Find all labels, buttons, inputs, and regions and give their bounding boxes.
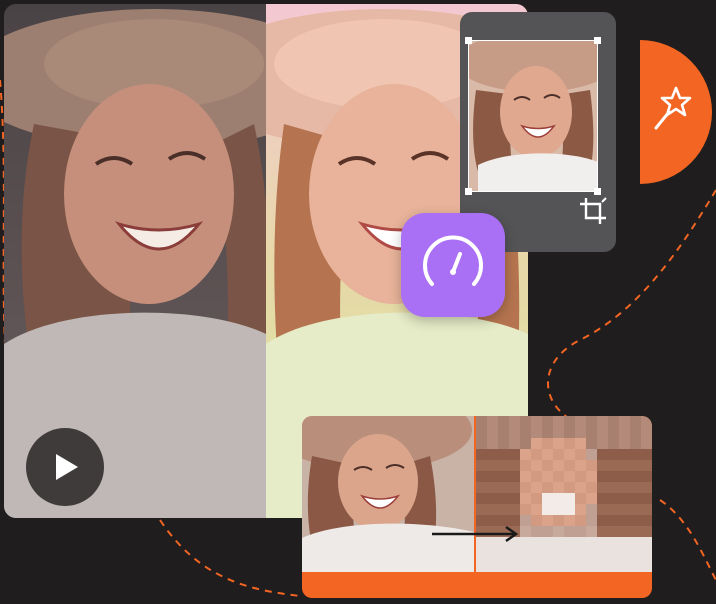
crop-handle-top-left[interactable] [465,37,472,44]
magic-enhance-tab[interactable] [640,40,716,184]
mosaic-after-image [476,416,652,572]
feature-showcase [0,0,716,604]
mosaic-pixelated-portrait [476,416,652,572]
crop-icon[interactable] [578,196,608,226]
crop-selection-frame[interactable] [468,40,598,192]
arrow-right-icon [432,525,519,543]
speed-control-button[interactable] [401,213,505,317]
crop-handle-bottom-right[interactable] [594,188,601,195]
play-icon [56,454,78,480]
mosaic-feature-card[interactable] [302,416,652,598]
play-button[interactable] [26,428,104,506]
mosaic-before-image [302,416,474,572]
crop-handle-bottom-left[interactable] [465,188,472,195]
mosaic-before-portrait [302,416,474,572]
crop-handle-top-right[interactable] [594,37,601,44]
speedometer-icon [423,235,483,286]
